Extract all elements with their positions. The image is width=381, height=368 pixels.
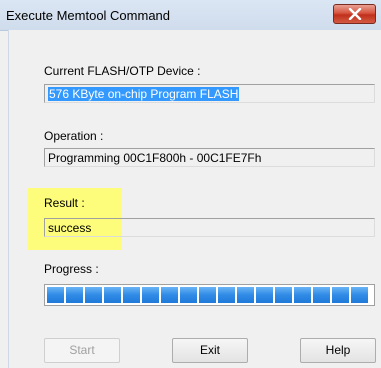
close-icon bbox=[348, 8, 362, 20]
window-title: Execute Memtool Command bbox=[6, 8, 171, 23]
progress-segment bbox=[161, 287, 178, 303]
progress-segment bbox=[199, 287, 216, 303]
progress-bar bbox=[44, 284, 375, 306]
help-button[interactable]: Help bbox=[300, 338, 376, 363]
progress-segment bbox=[180, 287, 197, 303]
title-bar[interactable]: Execute Memtool Command bbox=[0, 0, 381, 31]
operation-field: Programming 00C1F800h - 00C1FE7Fh bbox=[44, 148, 375, 167]
progress-label: Progress : bbox=[44, 262, 99, 276]
result-field: success bbox=[44, 218, 375, 237]
progress-segment bbox=[218, 287, 235, 303]
progress-segment bbox=[142, 287, 159, 303]
progress-segment bbox=[351, 287, 368, 303]
progress-segment bbox=[123, 287, 140, 303]
close-button[interactable] bbox=[333, 4, 376, 24]
progress-segment bbox=[313, 287, 330, 303]
progress-segment bbox=[237, 287, 254, 303]
progress-segment bbox=[256, 287, 273, 303]
exit-button[interactable]: Exit bbox=[172, 338, 248, 363]
progress-segment bbox=[275, 287, 292, 303]
operation-value: Programming 00C1F800h - 00C1FE7Fh bbox=[48, 151, 262, 165]
result-value: success bbox=[48, 221, 92, 235]
start-button[interactable]: Start bbox=[44, 338, 120, 363]
operation-label: Operation : bbox=[44, 129, 104, 143]
progress-segment bbox=[47, 287, 64, 303]
device-label: Current FLASH/OTP Device : bbox=[44, 64, 201, 78]
device-field: 576 KByte on-chip Program FLASH bbox=[44, 84, 375, 103]
progress-segment bbox=[66, 287, 83, 303]
progress-segment bbox=[104, 287, 121, 303]
progress-segment bbox=[85, 287, 102, 303]
progress-segment bbox=[332, 287, 349, 303]
progress-segment bbox=[294, 287, 311, 303]
result-label: Result : bbox=[44, 196, 85, 210]
device-value: 576 KByte on-chip Program FLASH bbox=[48, 87, 240, 101]
memtool-dialog: Execute Memtool Command Current FLASH/OT… bbox=[0, 0, 381, 368]
